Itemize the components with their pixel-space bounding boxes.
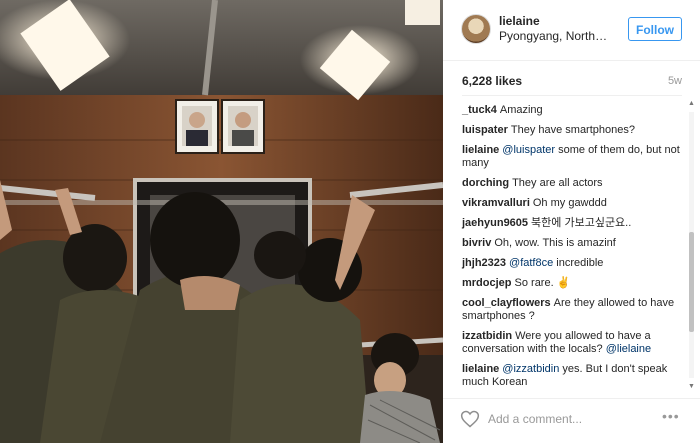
comment-bar: Add a comment... ••• bbox=[443, 398, 700, 444]
avatar[interactable] bbox=[461, 14, 491, 44]
post-time[interactable]: 5w bbox=[668, 75, 682, 87]
comment-text: They have smartphones? bbox=[510, 124, 635, 136]
scroll-down-icon[interactable]: ▼ bbox=[688, 383, 695, 390]
comment-mention[interactable]: @izzatbidin bbox=[502, 363, 559, 375]
comment-username[interactable]: izzatbidin bbox=[462, 330, 512, 342]
comment-item: lielaine @luispater some of them do, but … bbox=[462, 144, 684, 170]
comment-item: lielaine @izzatbidin yes. But I don't spe… bbox=[462, 363, 684, 389]
comment-text: Amazing bbox=[499, 104, 543, 116]
comment-text: So rare. ✌ bbox=[514, 277, 571, 289]
comment-username[interactable]: jhjh2323 bbox=[462, 257, 506, 269]
scrollbar-thumb[interactable] bbox=[689, 232, 694, 332]
comment-mention[interactable]: @fatf8ce bbox=[509, 257, 553, 269]
more-icon[interactable]: ••• bbox=[662, 408, 680, 424]
follow-button[interactable]: Follow bbox=[628, 17, 682, 41]
comments-scrollbar[interactable]: ▲ ▼ bbox=[687, 100, 696, 390]
heart-icon[interactable] bbox=[460, 409, 480, 429]
comment-username[interactable]: _tuck4 bbox=[462, 104, 497, 116]
comment-text: They are all actors bbox=[512, 177, 603, 189]
comment-item: mrdocjep So rare. ✌ bbox=[462, 277, 684, 290]
comment-text: Oh my gawddd bbox=[532, 197, 607, 209]
comment-item: luispater They have smartphones? bbox=[462, 124, 684, 137]
comment-item: jaehyun9605 북한에 가보고싶군요.. bbox=[462, 217, 684, 230]
author-username[interactable]: lielaine bbox=[499, 14, 540, 28]
comment-username[interactable]: luispater bbox=[462, 124, 508, 136]
divider bbox=[462, 95, 682, 96]
likes-count[interactable]: 6,228 likes bbox=[462, 74, 522, 88]
comment-username[interactable]: cool_clayflowers bbox=[462, 297, 551, 309]
comment-mention[interactable]: @luispater bbox=[502, 144, 555, 156]
comment-item: cool_clayflowers Are they allowed to have… bbox=[462, 297, 684, 323]
comment-item: izzatbidin Were you allowed to have a con… bbox=[462, 330, 684, 356]
comments-list: _tuck4 Amazing luispater They have smartph… bbox=[462, 104, 684, 396]
comment-item: jhjh2323 @fatf8ce incredible bbox=[462, 257, 684, 270]
post-side-panel: lielaine Pyongyang, North Korea Follow 6… bbox=[443, 0, 700, 443]
comment-username[interactable]: lielaine bbox=[462, 363, 499, 375]
comment-text: Oh, wow. This is amazinf bbox=[494, 237, 616, 249]
comment-username[interactable]: lielaine bbox=[462, 144, 499, 156]
comment-username[interactable]: vikramvalluri bbox=[462, 197, 530, 209]
comment-item: vikramvalluri Oh my gawddd bbox=[462, 197, 684, 210]
comment-item: bivriv Oh, wow. This is amazinf bbox=[462, 237, 684, 250]
comment-username[interactable]: mrdocjep bbox=[462, 277, 512, 289]
scroll-up-icon[interactable]: ▲ bbox=[688, 100, 695, 107]
comment-username[interactable]: bivriv bbox=[462, 237, 491, 249]
comment-item: _tuck4 Amazing bbox=[462, 104, 684, 117]
post-location[interactable]: Pyongyang, North Korea bbox=[499, 29, 609, 43]
comment-text: incredible bbox=[556, 257, 604, 269]
post-header: lielaine Pyongyang, North Korea Follow bbox=[443, 0, 700, 61]
comment-username[interactable]: dorching bbox=[462, 177, 509, 189]
add-comment-input[interactable]: Add a comment... bbox=[488, 412, 582, 426]
post-photo[interactable] bbox=[0, 0, 443, 443]
comment-username[interactable]: jaehyun9605 bbox=[462, 217, 528, 229]
subway-photo-illustration bbox=[0, 0, 443, 443]
comment-item: dorching They are all actors bbox=[462, 177, 684, 190]
scrollbar-track[interactable] bbox=[689, 112, 694, 378]
comment-mention[interactable]: @lielaine bbox=[606, 343, 651, 355]
comment-text: 북한에 가보고싶군요.. bbox=[531, 217, 632, 229]
